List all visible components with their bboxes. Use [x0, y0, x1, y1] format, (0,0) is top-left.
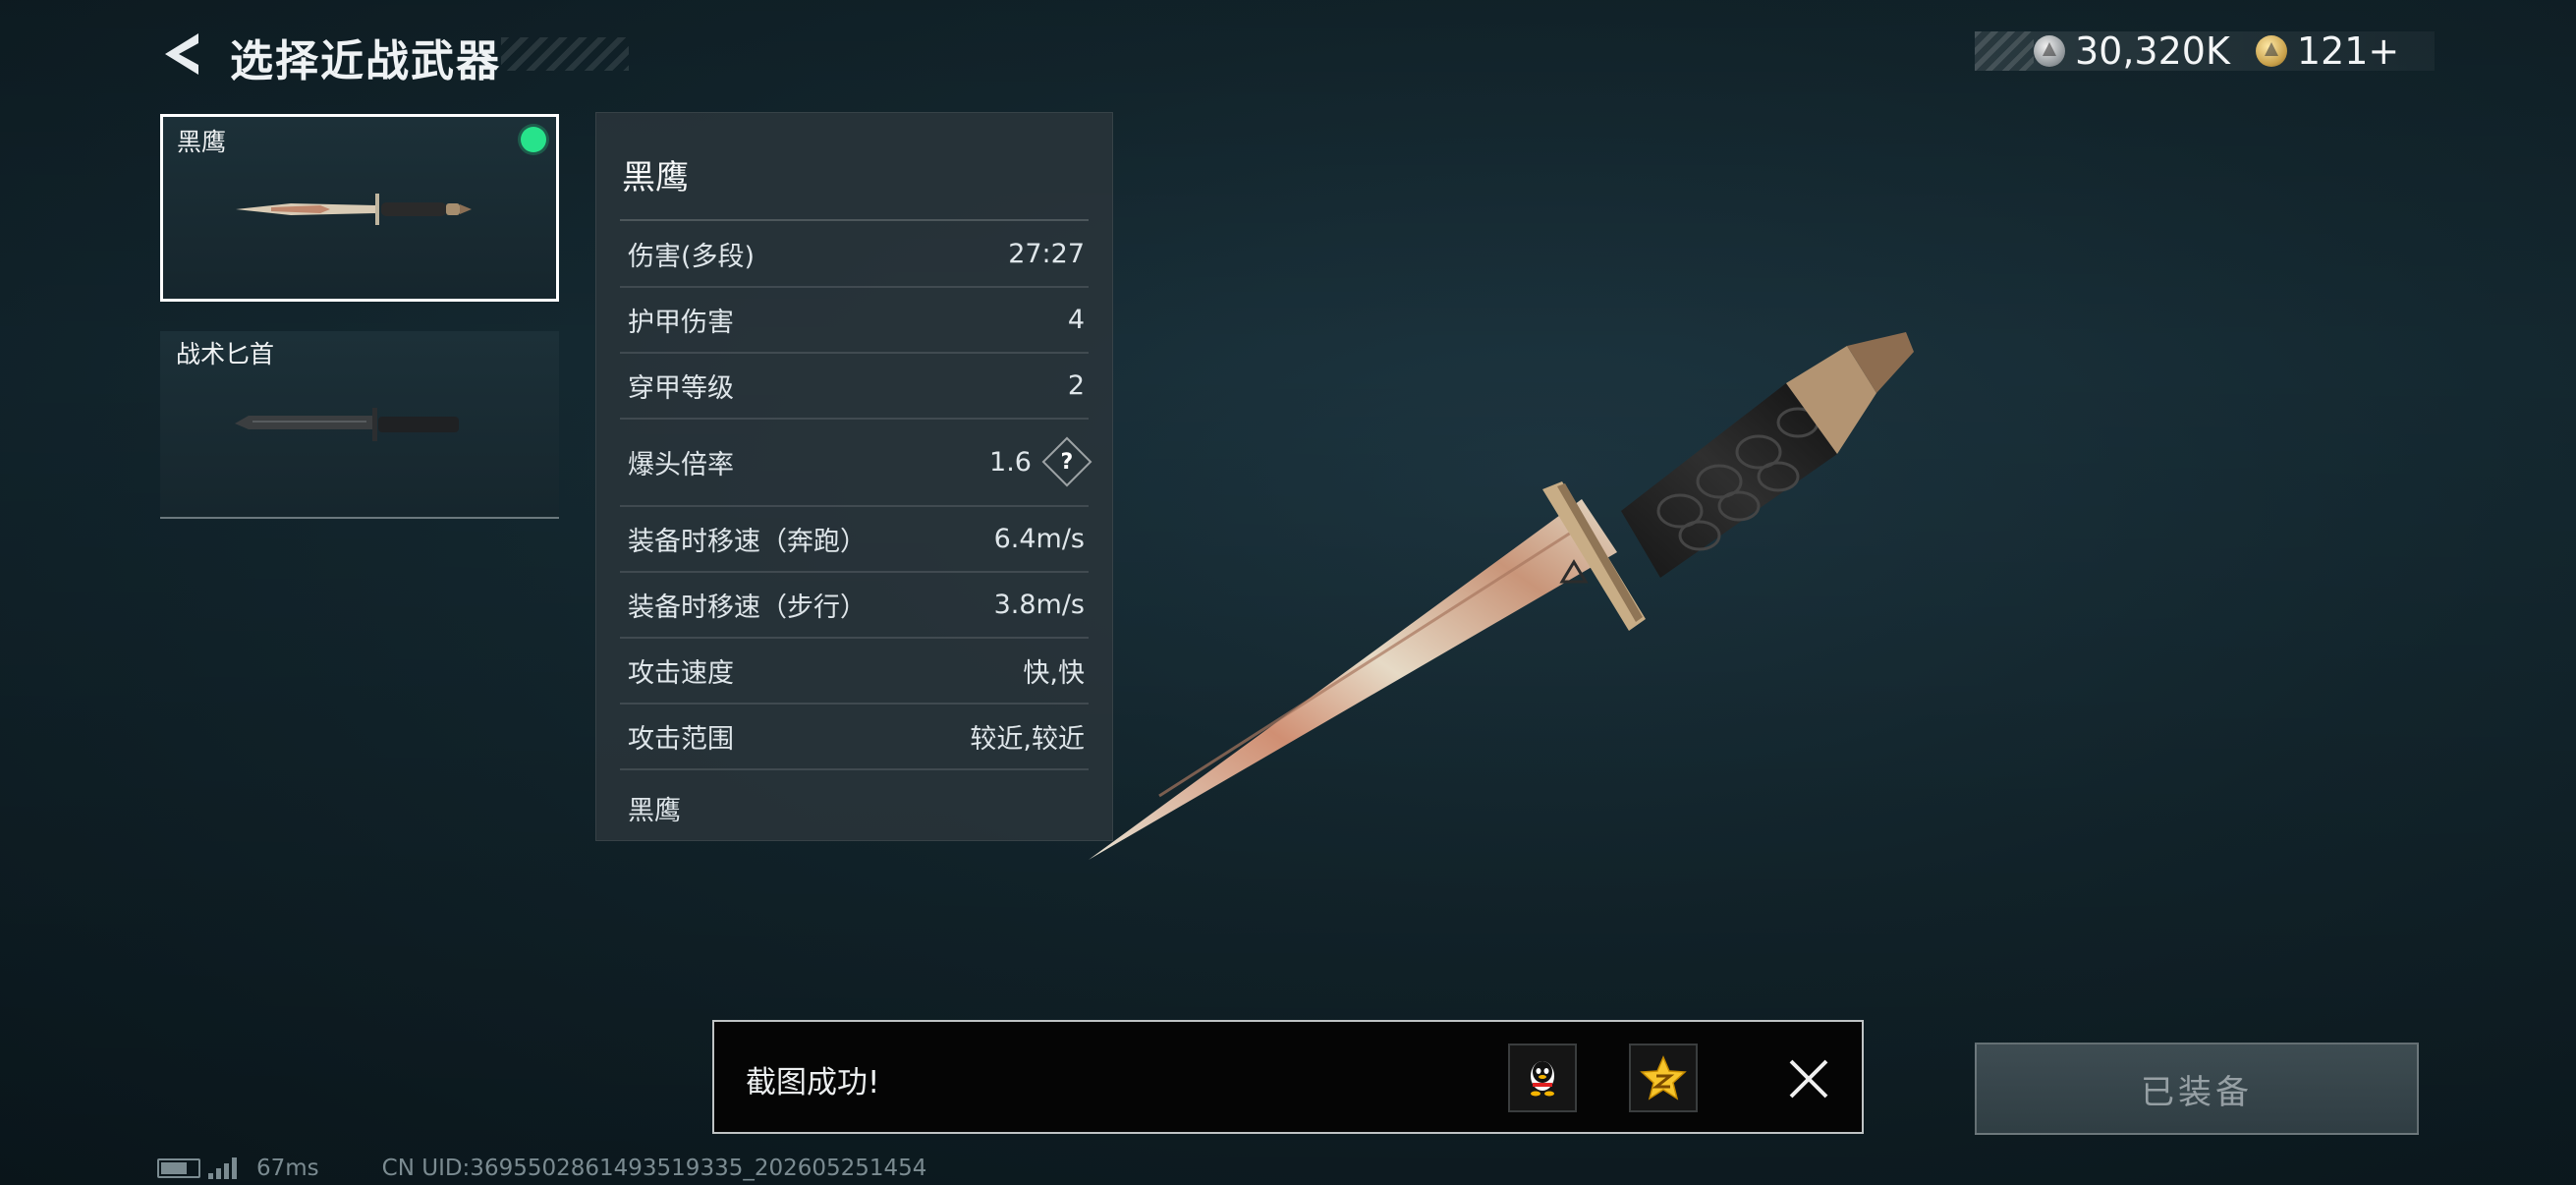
uid-text: CN UID:3695502861493519335_202605251454	[381, 1156, 927, 1181]
qzone-share-button[interactable]	[1629, 1044, 1698, 1112]
stat-label: 护甲伤害	[628, 307, 734, 338]
stat-value: 1.6	[989, 446, 1032, 478]
dagger-model-icon[interactable]	[1071, 324, 1975, 875]
weapon-stats-panel: 黑鹰 伤害(多段) 27:27 护甲伤害 4 穿甲等级 2 爆头倍率 1.6 ?…	[595, 112, 1113, 841]
gold-currency-value: 121+	[2296, 29, 2400, 73]
stats-footer-name: 黑鹰	[628, 796, 681, 826]
ping-value: 67ms	[256, 1156, 319, 1181]
signal-icon	[208, 1157, 237, 1179]
currency-bar: 30,320K 121+	[1975, 29, 2435, 73]
stat-label: 爆头倍率	[628, 449, 734, 480]
stat-row: 伤害(多段) 27:27	[620, 221, 1089, 288]
stat-row: 护甲伤害 4	[620, 287, 1089, 354]
toast-message: 截图成功!	[746, 1065, 880, 1100]
weapon-card-name: 黑鹰	[177, 128, 227, 156]
stat-label: 攻击范围	[628, 723, 734, 755]
title-decoration	[501, 37, 629, 71]
stat-label: 穿甲等级	[628, 372, 734, 404]
silver-coin-icon	[2034, 35, 2065, 67]
close-icon	[1789, 1059, 1828, 1099]
screenshot-toast: 截图成功!	[712, 1020, 1864, 1134]
stat-label: 装备时移速（奔跑）	[628, 526, 867, 557]
page-title: 选择近战武器	[230, 36, 501, 86]
battery-icon	[157, 1158, 200, 1178]
currency-decoration	[1975, 31, 2034, 71]
status-bar: 67ms CN UID:3695502861493519335_20260525…	[157, 1156, 926, 1181]
stat-label: 伤害(多段)	[628, 241, 756, 272]
stat-value: 27:27	[1008, 238, 1085, 269]
stat-row: 穿甲等级 2	[620, 353, 1089, 420]
stat-row: 攻击速度 快,快	[620, 638, 1089, 705]
stats-title: 黑鹰	[622, 158, 689, 198]
stat-row: 装备时移速（步行） 3.8m/s	[620, 572, 1089, 639]
stat-label: 装备时移速（步行）	[628, 592, 867, 623]
dagger-thumbnail-icon	[236, 194, 472, 225]
stat-label: 攻击速度	[628, 657, 734, 689]
equipped-indicator	[521, 127, 546, 152]
equipped-button[interactable]: 已装备	[1975, 1043, 2419, 1135]
stat-row: 攻击范围 较近,较近	[620, 704, 1089, 770]
qq-share-button[interactable]	[1508, 1044, 1577, 1112]
back-arrow-icon[interactable]	[155, 28, 206, 81]
gold-coin-icon	[2255, 35, 2287, 67]
silver-currency-value: 30,320K	[2075, 29, 2230, 73]
weapon-card-heiying[interactable]: 黑鹰	[160, 114, 559, 302]
close-toast-button[interactable]	[1781, 1051, 1836, 1106]
weapon-card-tactical-knife[interactable]: 战术匕首	[160, 331, 559, 519]
weapon-card-name: 战术匕首	[176, 340, 275, 368]
qq-share-icon	[1531, 1061, 1554, 1097]
stat-row: 爆头倍率 1.6 ?	[620, 419, 1092, 507]
stat-row: 装备时移速（奔跑） 6.4m/s	[620, 506, 1089, 573]
qzone-share-icon	[1640, 1055, 1687, 1100]
tactical-knife-thumbnail-icon	[235, 408, 459, 441]
